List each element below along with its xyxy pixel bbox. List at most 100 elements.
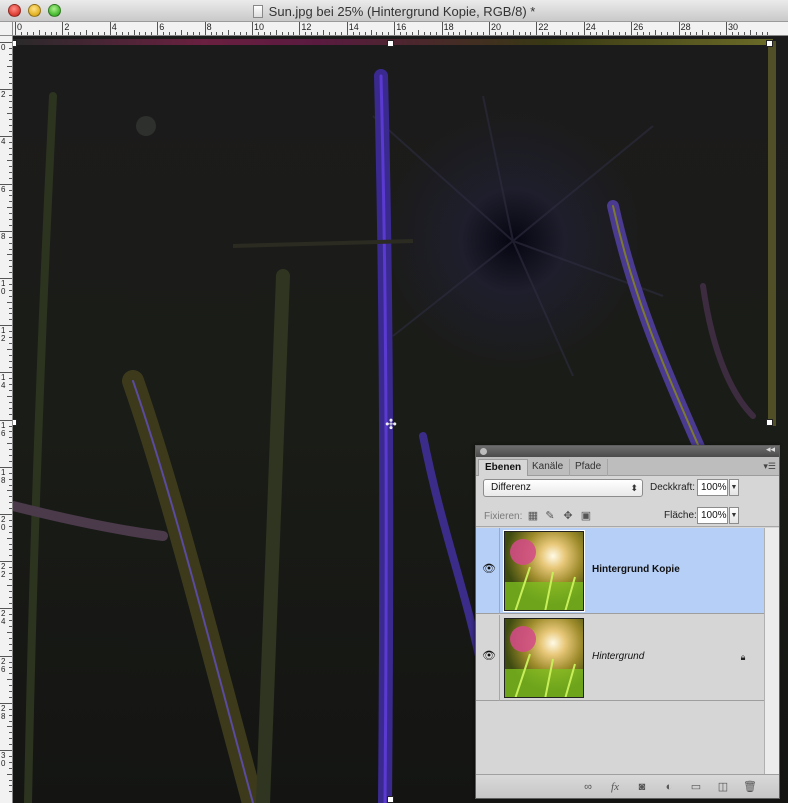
ruler-major-tick <box>536 22 538 35</box>
layer-name[interactable]: Hintergrund Kopie <box>592 564 680 575</box>
ruler-label: 4 <box>1 137 6 147</box>
opacity-input[interactable]: 100% <box>697 479 728 496</box>
tab-pfade[interactable]: Pfade <box>569 459 609 476</box>
select-arrows-icon: ⬍ <box>630 483 638 493</box>
transform-handle-bottom[interactable] <box>387 796 394 803</box>
ruler-label: 2 <box>1 90 6 100</box>
ruler-major-tick <box>204 22 206 35</box>
ruler-label: 14 <box>1 373 6 391</box>
transform-handle-top-left[interactable] <box>13 40 17 47</box>
layer-style-icon[interactable]: fx <box>607 780 623 794</box>
ruler-label: 16 <box>396 22 407 32</box>
adjustment-layer-icon[interactable]: ◐ <box>661 780 677 794</box>
ruler-major-tick <box>631 22 633 35</box>
lock-position-icon[interactable]: ✥ <box>562 510 574 522</box>
horizontal-ruler[interactable]: 0 2 4 6 8 10 12 14 16 18 20 22 24 26 28 30 <box>13 22 788 36</box>
ruler-label: 30 <box>728 22 739 32</box>
layer-row-hintergrund-kopie[interactable]: 👁 Hintergrund Kopie <box>476 528 764 614</box>
layer-thumbnail-image <box>505 619 583 697</box>
link-layers-icon[interactable]: ∞ <box>580 780 596 794</box>
ruler-label: 0 <box>1 43 6 52</box>
transform-center-icon[interactable]: ✣ <box>384 417 398 431</box>
tab-kanaele[interactable]: Kanäle <box>526 459 571 476</box>
ruler-label: 4 <box>111 22 117 32</box>
ruler-label: 8 <box>1 231 6 241</box>
ruler-label: 26 <box>633 22 644 32</box>
ruler-label: 16 <box>1 420 6 438</box>
ruler-major-tick <box>726 22 727 35</box>
visibility-column: 👁 <box>476 528 500 614</box>
transform-handle-top-right[interactable] <box>766 40 773 47</box>
window-title-area: Sun.jpg bei 25% (Hintergrund Kopie, RGB/… <box>0 0 788 22</box>
panel-bottom-toolbar: ∞ fx ◙ ◐ ▭ ◫ 🗑︎ <box>476 774 779 798</box>
ruler-label: 18 <box>443 22 454 32</box>
fill-input[interactable]: 100% <box>697 507 728 524</box>
layers-list: 👁 Hintergrund Kopie 👁 Hintergrund 🔒︎ <box>476 528 764 774</box>
title-bar: Sun.jpg bei 25% (Hintergrund Kopie, RGB/… <box>0 0 788 22</box>
ruler-label: 6 <box>1 184 6 194</box>
lock-image-pixels-icon[interactable]: ✎ <box>544 510 556 522</box>
fill-label: Fläche: <box>664 510 697 521</box>
transform-handle-top[interactable] <box>387 40 394 47</box>
ruler-major-tick <box>252 22 253 35</box>
ruler-corner[interactable] <box>0 22 13 36</box>
panel-title-bar[interactable]: ◂◂ <box>476 444 779 457</box>
ruler-label: 28 <box>1 703 6 721</box>
lock-all-icon[interactable]: ▣ <box>580 510 592 522</box>
ruler-major-tick <box>346 22 348 35</box>
ruler-label: 14 <box>348 22 359 32</box>
document-icon <box>252 4 263 18</box>
ruler-label: 12 <box>1 326 6 344</box>
ruler-major-tick <box>62 22 64 35</box>
add-mask-icon[interactable]: ◙ <box>634 780 650 794</box>
eye-icon[interactable]: 👁 <box>482 564 496 575</box>
blend-mode-select[interactable]: Differenz ⬍ <box>483 479 643 497</box>
lock-transparency-icon[interactable]: ▦ <box>527 510 539 522</box>
panel-collapse-icon[interactable]: ◂◂ <box>766 444 775 455</box>
ruler-major-tick <box>678 22 680 35</box>
ruler-major-tick <box>583 22 585 35</box>
transform-handle-left[interactable] <box>13 419 17 426</box>
ruler-label: 8 <box>206 22 212 32</box>
ruler-major-tick <box>299 22 301 35</box>
ruler-label: 10 <box>254 22 265 32</box>
ruler-label: 20 <box>1 515 6 532</box>
ruler-label: 22 <box>538 22 549 32</box>
layers-panel: ◂◂ Ebenen Kanäle Pfade ▾☰ Differenz ⬍ De… <box>475 444 780 799</box>
ruler-label: 28 <box>680 22 691 32</box>
ruler-major-tick <box>15 22 16 35</box>
panel-menu-icon[interactable]: ▾☰ <box>763 461 776 472</box>
visibility-column: 👁 <box>476 615 500 701</box>
layer-row-hintergrund[interactable]: 👁 Hintergrund 🔒︎ <box>476 615 764 701</box>
new-layer-icon[interactable]: ◫ <box>715 780 731 794</box>
layers-scrollbar[interactable] <box>764 528 779 774</box>
ruler-major-tick <box>109 22 111 35</box>
layer-thumbnail-image <box>505 532 583 610</box>
ruler-label: 22 <box>1 562 6 580</box>
layer-thumbnail[interactable] <box>504 618 584 698</box>
blend-mode-value: Differenz <box>491 482 531 493</box>
ruler-label: 26 <box>1 656 6 674</box>
tab-ebenen[interactable]: Ebenen <box>478 459 529 476</box>
ruler-major-tick <box>157 22 159 35</box>
ruler-label: 24 <box>585 22 596 32</box>
fill-dropdown-arrow-icon[interactable]: ▼ <box>729 507 739 524</box>
opacity-dropdown-arrow-icon[interactable]: ▼ <box>729 479 739 496</box>
ruler-label: 0 <box>17 22 23 32</box>
lock-icon: 🔒︎ <box>740 652 746 662</box>
transform-handle-right[interactable] <box>766 419 773 426</box>
vertical-ruler[interactable]: 0 2 4 6 8 10 12 14 16 18 20 22 24 26 28 30 <box>0 36 13 803</box>
ruler-label: 18 <box>1 467 6 485</box>
delete-layer-icon[interactable]: 🗑︎ <box>742 780 758 794</box>
ruler-label: 2 <box>64 22 70 32</box>
window-title: Sun.jpg bei 25% (Hintergrund Kopie, RGB/… <box>268 3 536 19</box>
panel-close-icon[interactable] <box>480 448 487 455</box>
ruler-major-tick <box>394 22 396 35</box>
new-group-icon[interactable]: ▭ <box>688 780 704 794</box>
layer-name[interactable]: Hintergrund <box>592 651 644 662</box>
eye-icon[interactable]: 👁 <box>482 651 496 662</box>
ruler-label: 24 <box>1 609 6 627</box>
ruler-major-tick <box>489 22 490 35</box>
layer-thumbnail[interactable] <box>503 530 585 612</box>
ruler-label: 12 <box>301 22 312 32</box>
